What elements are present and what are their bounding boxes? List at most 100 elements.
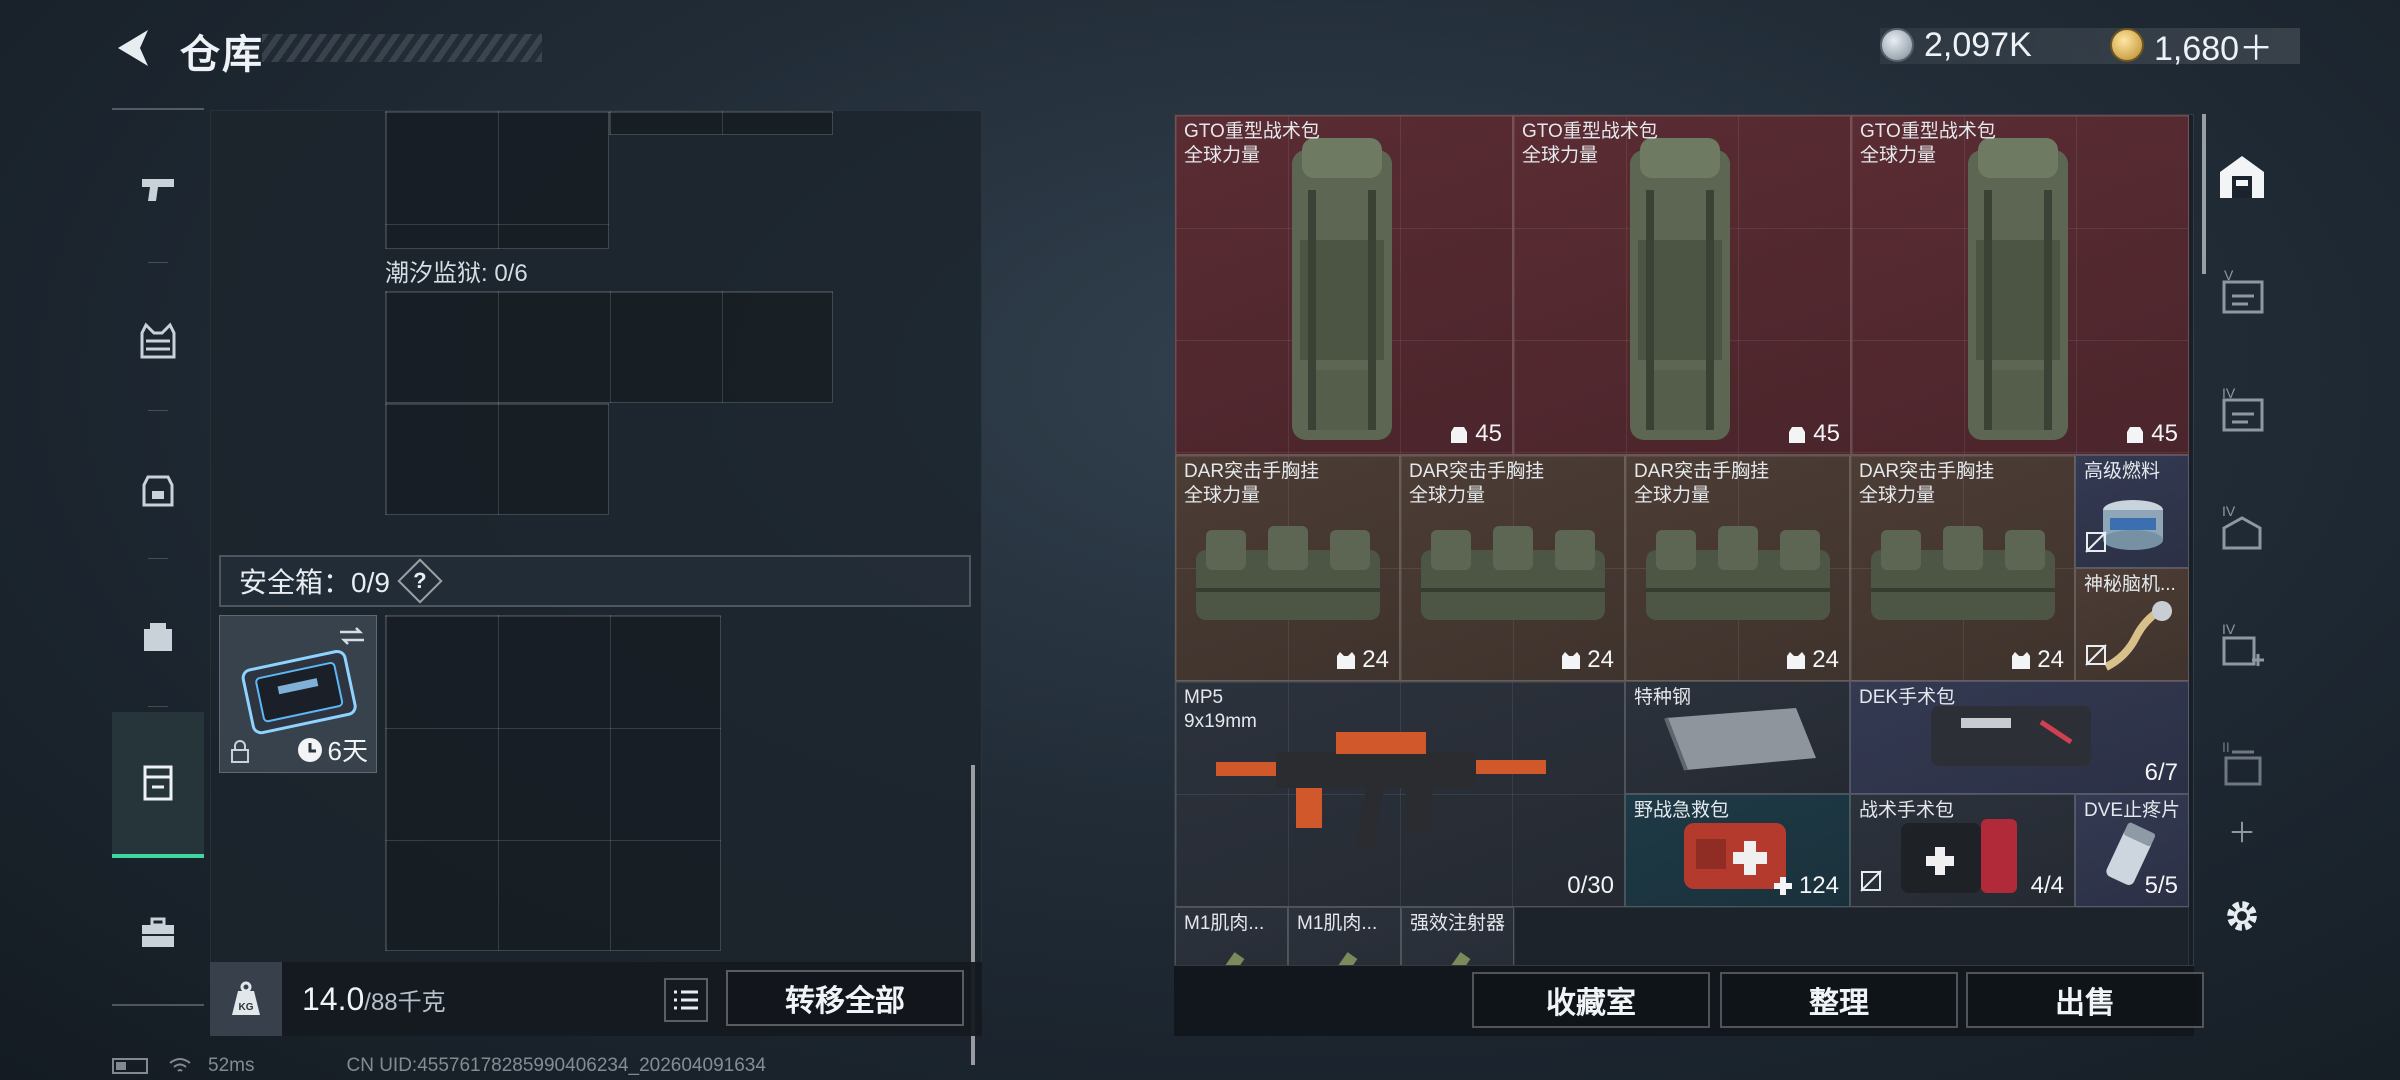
tide-prison-grid[interactable]: [385, 291, 833, 403]
backpack-icon: [1789, 427, 1806, 443]
category-pouches[interactable]: [112, 564, 204, 710]
storage-panel: 潮汐监狱: 0/6 安全箱：0/9 ? 6天: [210, 110, 982, 1065]
backpack-art: [1630, 138, 1730, 440]
inventory-item-power-injector[interactable]: 强效注射器: [1401, 907, 1514, 965]
svg-text:II: II: [2222, 739, 2230, 755]
item-name: DAR突击手胸挂 全球力量: [1634, 461, 1770, 506]
transfer-all-button[interactable]: 转移全部: [726, 970, 964, 1026]
weight-max: /88千克: [364, 988, 446, 1016]
storage-tab-iv-1[interactable]: IV: [2198, 356, 2286, 468]
storage-tab-warehouse[interactable]: [2198, 120, 2286, 232]
inventory-item-mp5[interactable]: MP5 9x19mm 0/30: [1175, 681, 1625, 907]
tactical-kit-art: [1901, 819, 2017, 893]
add-icon: [2231, 821, 2253, 843]
item-name: DEK手术包: [1859, 687, 1956, 708]
help-button[interactable]: ?: [397, 558, 443, 604]
storage-iv-icon: IV: [2222, 503, 2262, 550]
storage-tab-iv-2[interactable]: IV: [2198, 474, 2286, 586]
organize-button[interactable]: 整理: [1720, 972, 1958, 1028]
category-weapons[interactable]: [112, 116, 204, 262]
category-backpacks[interactable]: [112, 416, 204, 562]
item-count: 45: [1786, 420, 1840, 448]
storage-tab-iv-3[interactable]: IV: [2198, 592, 2286, 704]
storage-tab-v[interactable]: V: [2198, 238, 2286, 350]
silver-currency: 2,097K: [1880, 24, 2032, 66]
collection-room-button[interactable]: 收藏室: [1472, 972, 1710, 1028]
safe-box-label: 安全箱：0/9: [239, 567, 390, 598]
inventory-footer: 收藏室 整理 出售: [1174, 966, 2204, 1036]
storage-v-icon: V: [2222, 267, 2264, 314]
tide-prison-label: 潮汐监狱: 0/6: [385, 260, 528, 287]
fuel-can-art: [2103, 500, 2163, 550]
chest-rig-art: [1646, 526, 1830, 620]
storage-footer: KG 14.0/88千克 转移全部: [210, 962, 982, 1036]
safe-box-icon: [143, 765, 173, 801]
inventory-item-m1-muscle-1[interactable]: M1肌肉...: [1175, 907, 1288, 965]
safe-box-grid[interactable]: [385, 615, 721, 951]
item-count: 6/7: [2144, 759, 2178, 786]
item-count: 0/30: [1567, 872, 1614, 899]
container-grid[interactable]: [385, 111, 609, 249]
syringe-art: [1325, 952, 1358, 965]
inventory-item-m1-muscle-2[interactable]: M1肌肉...: [1288, 907, 1401, 965]
list-view-button[interactable]: [664, 978, 708, 1022]
safe-box-time: 6天: [327, 736, 368, 766]
svg-text:KG: KG: [239, 1002, 254, 1013]
inventory-item-gto-2[interactable]: GTO重型战术包 全球力量 45: [1513, 115, 1851, 455]
clock-icon: [297, 737, 322, 762]
list-icon: [674, 990, 698, 1010]
item-count: 5/5: [2144, 872, 2178, 899]
back-button[interactable]: [110, 24, 158, 72]
inventory-item-field-medkit[interactable]: 野战急救包 124: [1625, 794, 1850, 907]
sell-button[interactable]: 出售: [1966, 972, 2204, 1028]
category-rail: [112, 108, 204, 1006]
item-name: 野战急救包: [1634, 800, 1730, 821]
inventory-item-gto-1[interactable]: GTO重型战术包 全球力量 45: [1175, 115, 1513, 455]
inventory-item-dar-2[interactable]: DAR突击手胸挂 全球力量 24: [1400, 455, 1625, 681]
inventory-item-brain-chip[interactable]: 神秘脑机...: [2075, 568, 2189, 681]
inventory-item-dar-4[interactable]: DAR突击手胸挂 全球力量 24: [1850, 455, 2075, 681]
inventory-panel: GTO重型战术包 全球力量 45 GTO重型战术包 全球力量 45 GTO重型战术包…: [1174, 114, 2194, 966]
inventory-item-dve-painkiller[interactable]: DVE止疼片 5/5: [2075, 794, 2189, 907]
storage-ii-icon: II: [2222, 739, 2262, 786]
page-title: 仓库: [180, 33, 264, 77]
vest-icon: [1562, 652, 1581, 669]
item-name: DVE止疼片: [2084, 800, 2181, 821]
weight-badge: KG: [210, 962, 282, 1036]
container-grid[interactable]: [609, 111, 833, 135]
inventory-item-dar-3[interactable]: DAR突击手胸挂 全球力量 24: [1625, 455, 1850, 681]
wifi-icon: [169, 1058, 191, 1072]
svg-text:IV: IV: [2222, 503, 2236, 519]
inventory-item-gto-3[interactable]: GTO重型战术包 全球力量 45: [1851, 115, 2189, 455]
category-cases[interactable]: [112, 860, 204, 1006]
category-vests[interactable]: [112, 268, 204, 414]
item-count: 24: [1560, 646, 1614, 674]
item-count: 24: [1335, 646, 1389, 674]
item-name: 强效注射器: [1410, 913, 1506, 934]
settings-button[interactable]: [2198, 866, 2286, 966]
swap-icon[interactable]: [338, 626, 366, 646]
svg-text:IV: IV: [2222, 385, 2236, 401]
gold-currency[interactable]: 1,680＋: [2110, 24, 2273, 68]
weight-readout: 14.0/88千克: [302, 981, 446, 1018]
inventory-item-dar-1[interactable]: DAR突击手胸挂 全球力量 24: [1175, 455, 1400, 681]
inventory-item-fuel[interactable]: 高级燃料: [2075, 455, 2189, 568]
status-bar: 52ms CN UID:455761782859904062​34_202604…: [112, 1054, 766, 1078]
safe-box-item[interactable]: 6天: [219, 615, 377, 773]
item-count: 4/4: [2030, 872, 2064, 899]
no-trade-icon: [2084, 530, 2108, 559]
vest-icon: [1337, 652, 1356, 669]
add-storage-button[interactable]: [2198, 790, 2286, 874]
category-safe-box[interactable]: [112, 712, 204, 858]
item-name: GTO重型战术包 全球力量: [1184, 121, 1320, 166]
item-count: 24: [2010, 646, 2064, 674]
inventory-item-special-steel[interactable]: 特种钢: [1625, 681, 1850, 794]
inventory-item-dek-surgery[interactable]: DEK手术包 6/7: [1850, 681, 2189, 794]
inventory-empty-area[interactable]: [1514, 907, 2189, 965]
tide-prison-grid[interactable]: [385, 403, 609, 515]
vest-icon: [140, 322, 176, 359]
inventory-item-tactical-surgery[interactable]: 战术手术包 4/4: [1850, 794, 2075, 907]
svg-text:IV: IV: [2222, 621, 2236, 637]
storage-iv-icon: IV: [2222, 385, 2264, 432]
plus-icon: [1773, 877, 1792, 895]
